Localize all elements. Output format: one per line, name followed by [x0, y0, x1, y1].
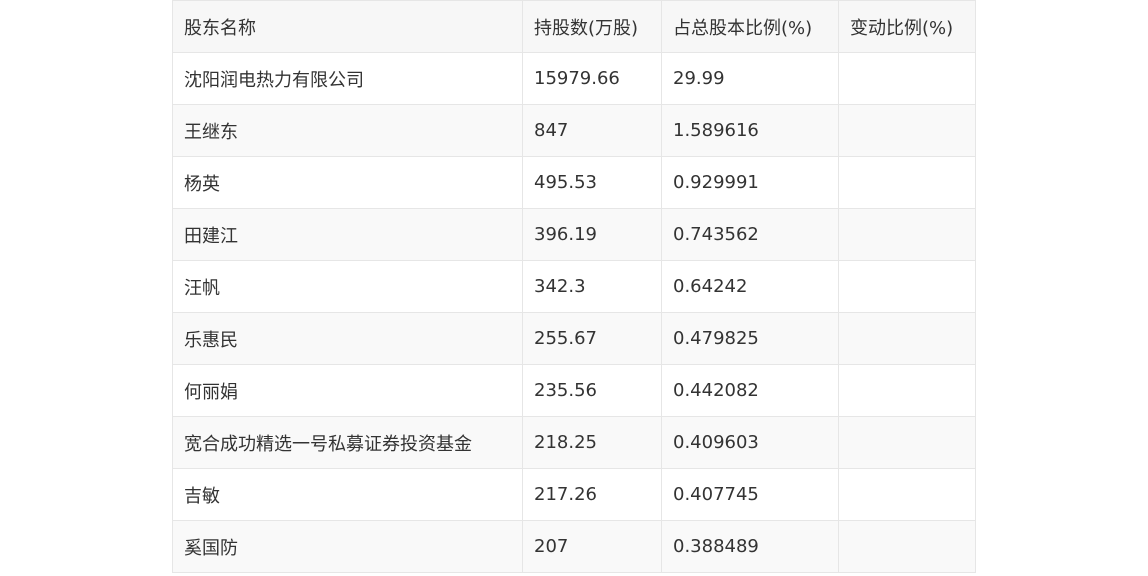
cell-change-ratio: [838, 104, 976, 157]
table-row: 吉敏 217.26 0.407745: [172, 468, 976, 521]
cell-share-ratio: 0.64242: [661, 260, 839, 313]
table-row: 宽合成功精选一号私募证券投资基金 218.25 0.409603: [172, 416, 976, 469]
cell-change-ratio: [838, 520, 976, 573]
table-row: 杨英 495.53 0.929991: [172, 156, 976, 209]
header-change-ratio: 变动比例(%): [838, 0, 976, 53]
cell-shareholder-name: 奚国防: [172, 520, 523, 573]
cell-change-ratio: [838, 208, 976, 261]
header-row: 股东名称 持股数(万股) 占总股本比例(%) 变动比例(%): [172, 0, 976, 53]
cell-change-ratio: [838, 312, 976, 365]
cell-share-ratio: 29.99: [661, 52, 839, 105]
header-share-ratio: 占总股本比例(%): [661, 0, 839, 53]
cell-shareholder-name: 沈阳润电热力有限公司: [172, 52, 523, 105]
cell-shares-held: 207: [522, 520, 662, 573]
cell-change-ratio: [838, 468, 976, 521]
cell-share-ratio: 0.409603: [661, 416, 839, 469]
shareholder-table-container: 股东名称 持股数(万股) 占总股本比例(%) 变动比例(%) 沈阳润电热力有限公…: [172, 0, 976, 573]
cell-shareholder-name: 宽合成功精选一号私募证券投资基金: [172, 416, 523, 469]
cell-share-ratio: 0.479825: [661, 312, 839, 365]
cell-change-ratio: [838, 416, 976, 469]
cell-share-ratio: 1.589616: [661, 104, 839, 157]
cell-shareholder-name: 汪帆: [172, 260, 523, 313]
cell-change-ratio: [838, 52, 976, 105]
cell-share-ratio: 0.929991: [661, 156, 839, 209]
table-body: 沈阳润电热力有限公司 15979.66 29.99 王继东 847 1.5896…: [172, 52, 976, 573]
shareholder-table: 股东名称 持股数(万股) 占总股本比例(%) 变动比例(%) 沈阳润电热力有限公…: [172, 0, 976, 573]
cell-shares-held: 218.25: [522, 416, 662, 469]
cell-share-ratio: 0.743562: [661, 208, 839, 261]
table-row: 奚国防 207 0.388489: [172, 520, 976, 573]
table-header: 股东名称 持股数(万股) 占总股本比例(%) 变动比例(%): [172, 0, 976, 53]
cell-share-ratio: 0.442082: [661, 364, 839, 417]
cell-change-ratio: [838, 364, 976, 417]
cell-shares-held: 495.53: [522, 156, 662, 209]
header-shareholder-name: 股东名称: [172, 0, 523, 53]
cell-share-ratio: 0.388489: [661, 520, 839, 573]
cell-change-ratio: [838, 260, 976, 313]
table-row: 何丽娟 235.56 0.442082: [172, 364, 976, 417]
cell-shares-held: 342.3: [522, 260, 662, 313]
table-row: 田建江 396.19 0.743562: [172, 208, 976, 261]
table-row: 沈阳润电热力有限公司 15979.66 29.99: [172, 52, 976, 105]
cell-shares-held: 396.19: [522, 208, 662, 261]
cell-shares-held: 217.26: [522, 468, 662, 521]
table-row: 王继东 847 1.589616: [172, 104, 976, 157]
table-row: 汪帆 342.3 0.64242: [172, 260, 976, 313]
cell-shares-held: 235.56: [522, 364, 662, 417]
cell-share-ratio: 0.407745: [661, 468, 839, 521]
header-shares-held: 持股数(万股): [522, 0, 662, 53]
cell-shares-held: 847: [522, 104, 662, 157]
cell-shareholder-name: 王继东: [172, 104, 523, 157]
cell-shareholder-name: 田建江: [172, 208, 523, 261]
cell-shareholder-name: 何丽娟: [172, 364, 523, 417]
cell-shareholder-name: 杨英: [172, 156, 523, 209]
cell-shareholder-name: 吉敏: [172, 468, 523, 521]
cell-change-ratio: [838, 156, 976, 209]
table-row: 乐惠民 255.67 0.479825: [172, 312, 976, 365]
cell-shares-held: 255.67: [522, 312, 662, 365]
cell-shareholder-name: 乐惠民: [172, 312, 523, 365]
cell-shares-held: 15979.66: [522, 52, 662, 105]
